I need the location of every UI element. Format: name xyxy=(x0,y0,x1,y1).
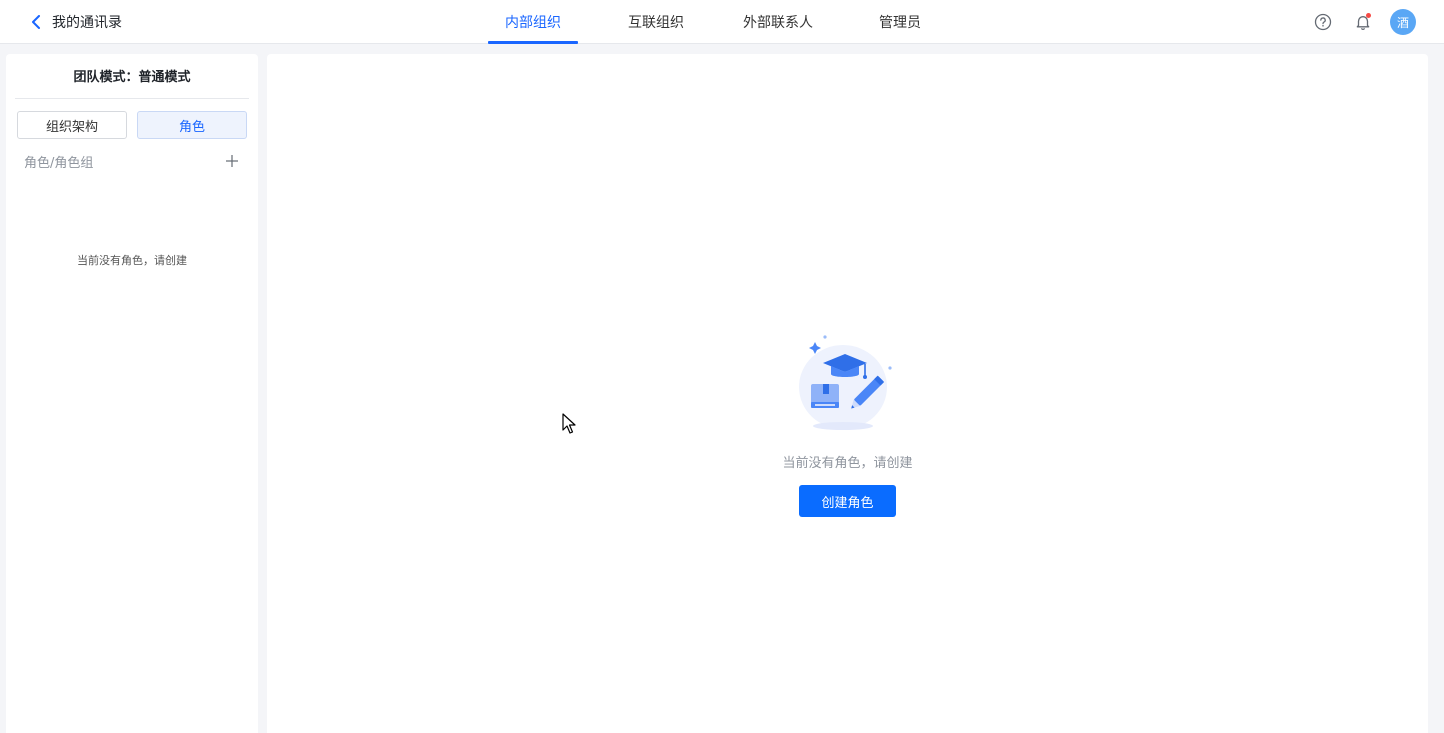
avatar[interactable]: 酒 xyxy=(1390,9,1416,35)
tab-label: 内部组织 xyxy=(505,15,561,31)
bell-icon[interactable] xyxy=(1352,11,1374,33)
tab-label: 管理员 xyxy=(879,15,921,31)
help-icon[interactable] xyxy=(1312,11,1334,33)
tab-label: 外部联系人 xyxy=(743,15,813,31)
scrollbar-track[interactable] xyxy=(1436,44,1444,733)
role-group-label: 角色/角色组 xyxy=(24,155,94,171)
segment-org-structure[interactable]: 组织架构 xyxy=(17,111,127,139)
nav-tabs: 内部组织 互联组织 外部联系人 管理员 xyxy=(0,0,1444,44)
top-bar: 我的通讯录 内部组织 互联组织 外部联系人 管理员 酒 xyxy=(0,0,1444,44)
tab-connected-org[interactable]: 互联组织 xyxy=(612,0,700,44)
role-group-header: 角色/角色组 xyxy=(24,151,240,171)
add-role-icon[interactable] xyxy=(224,153,240,169)
create-role-button[interactable]: 创建角色 xyxy=(799,485,896,517)
empty-state-illustration xyxy=(797,334,897,434)
mouse-pointer-icon xyxy=(562,413,578,435)
tab-external-contacts[interactable]: 外部联系人 xyxy=(730,0,826,44)
divider xyxy=(15,98,249,99)
tab-admins[interactable]: 管理员 xyxy=(866,0,934,44)
header-actions: 酒 xyxy=(1312,7,1416,37)
tab-label: 互联组织 xyxy=(628,15,684,31)
segment-roles[interactable]: 角色 xyxy=(137,111,247,139)
notification-dot xyxy=(1366,13,1371,18)
sidebar-empty-text: 当前没有角色，请创建 xyxy=(77,254,187,267)
tab-internal-org[interactable]: 内部组织 xyxy=(488,0,578,44)
team-mode-label: 团队模式：普通模式 xyxy=(73,70,191,85)
left-sidebar: 团队模式：普通模式 组织架构 角色 角色/角色组 当前没有角色，请创建 xyxy=(6,54,258,733)
empty-state-text: 当前没有角色，请创建 xyxy=(782,456,913,471)
main-content: 当前没有角色，请创建 创建角色 xyxy=(267,54,1428,733)
active-tab-indicator xyxy=(488,41,578,44)
